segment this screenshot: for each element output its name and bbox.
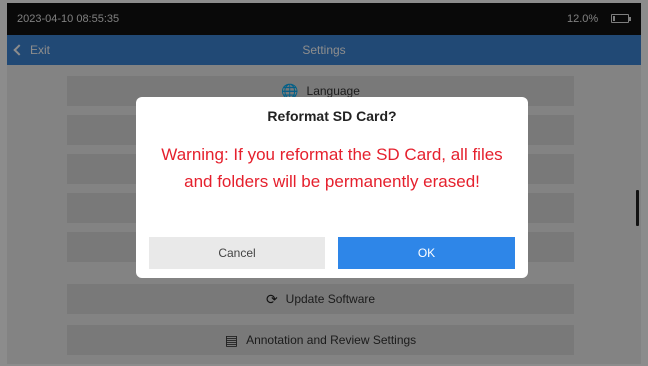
dialog-warning-message: Warning: If you reformat the SD Card, al… (161, 145, 503, 191)
ok-button[interactable]: OK (338, 237, 515, 269)
dialog-title: Reformat SD Card? (267, 108, 397, 124)
cancel-button[interactable]: Cancel (149, 237, 325, 269)
reformat-dialog: Reformat SD Card? Warning: If you reform… (136, 97, 528, 278)
